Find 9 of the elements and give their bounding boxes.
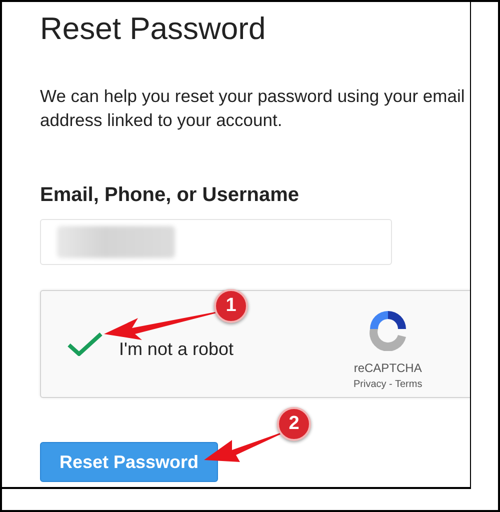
- input-field[interactable]: [40, 219, 392, 265]
- field-label: Email, Phone, or Username: [40, 184, 299, 207]
- annotation-number: 2: [277, 407, 311, 441]
- captcha-brand: reCAPTCHA: [354, 360, 422, 374]
- page-title: Reset Password: [40, 10, 266, 48]
- checkmark-icon[interactable]: [67, 332, 103, 356]
- privacy-terms-links[interactable]: Privacy - Terms: [354, 378, 422, 390]
- description-text: We can help you reset your password using your email address linked to your account.: [40, 85, 465, 132]
- captcha-label: I'm not a robot: [119, 338, 234, 360]
